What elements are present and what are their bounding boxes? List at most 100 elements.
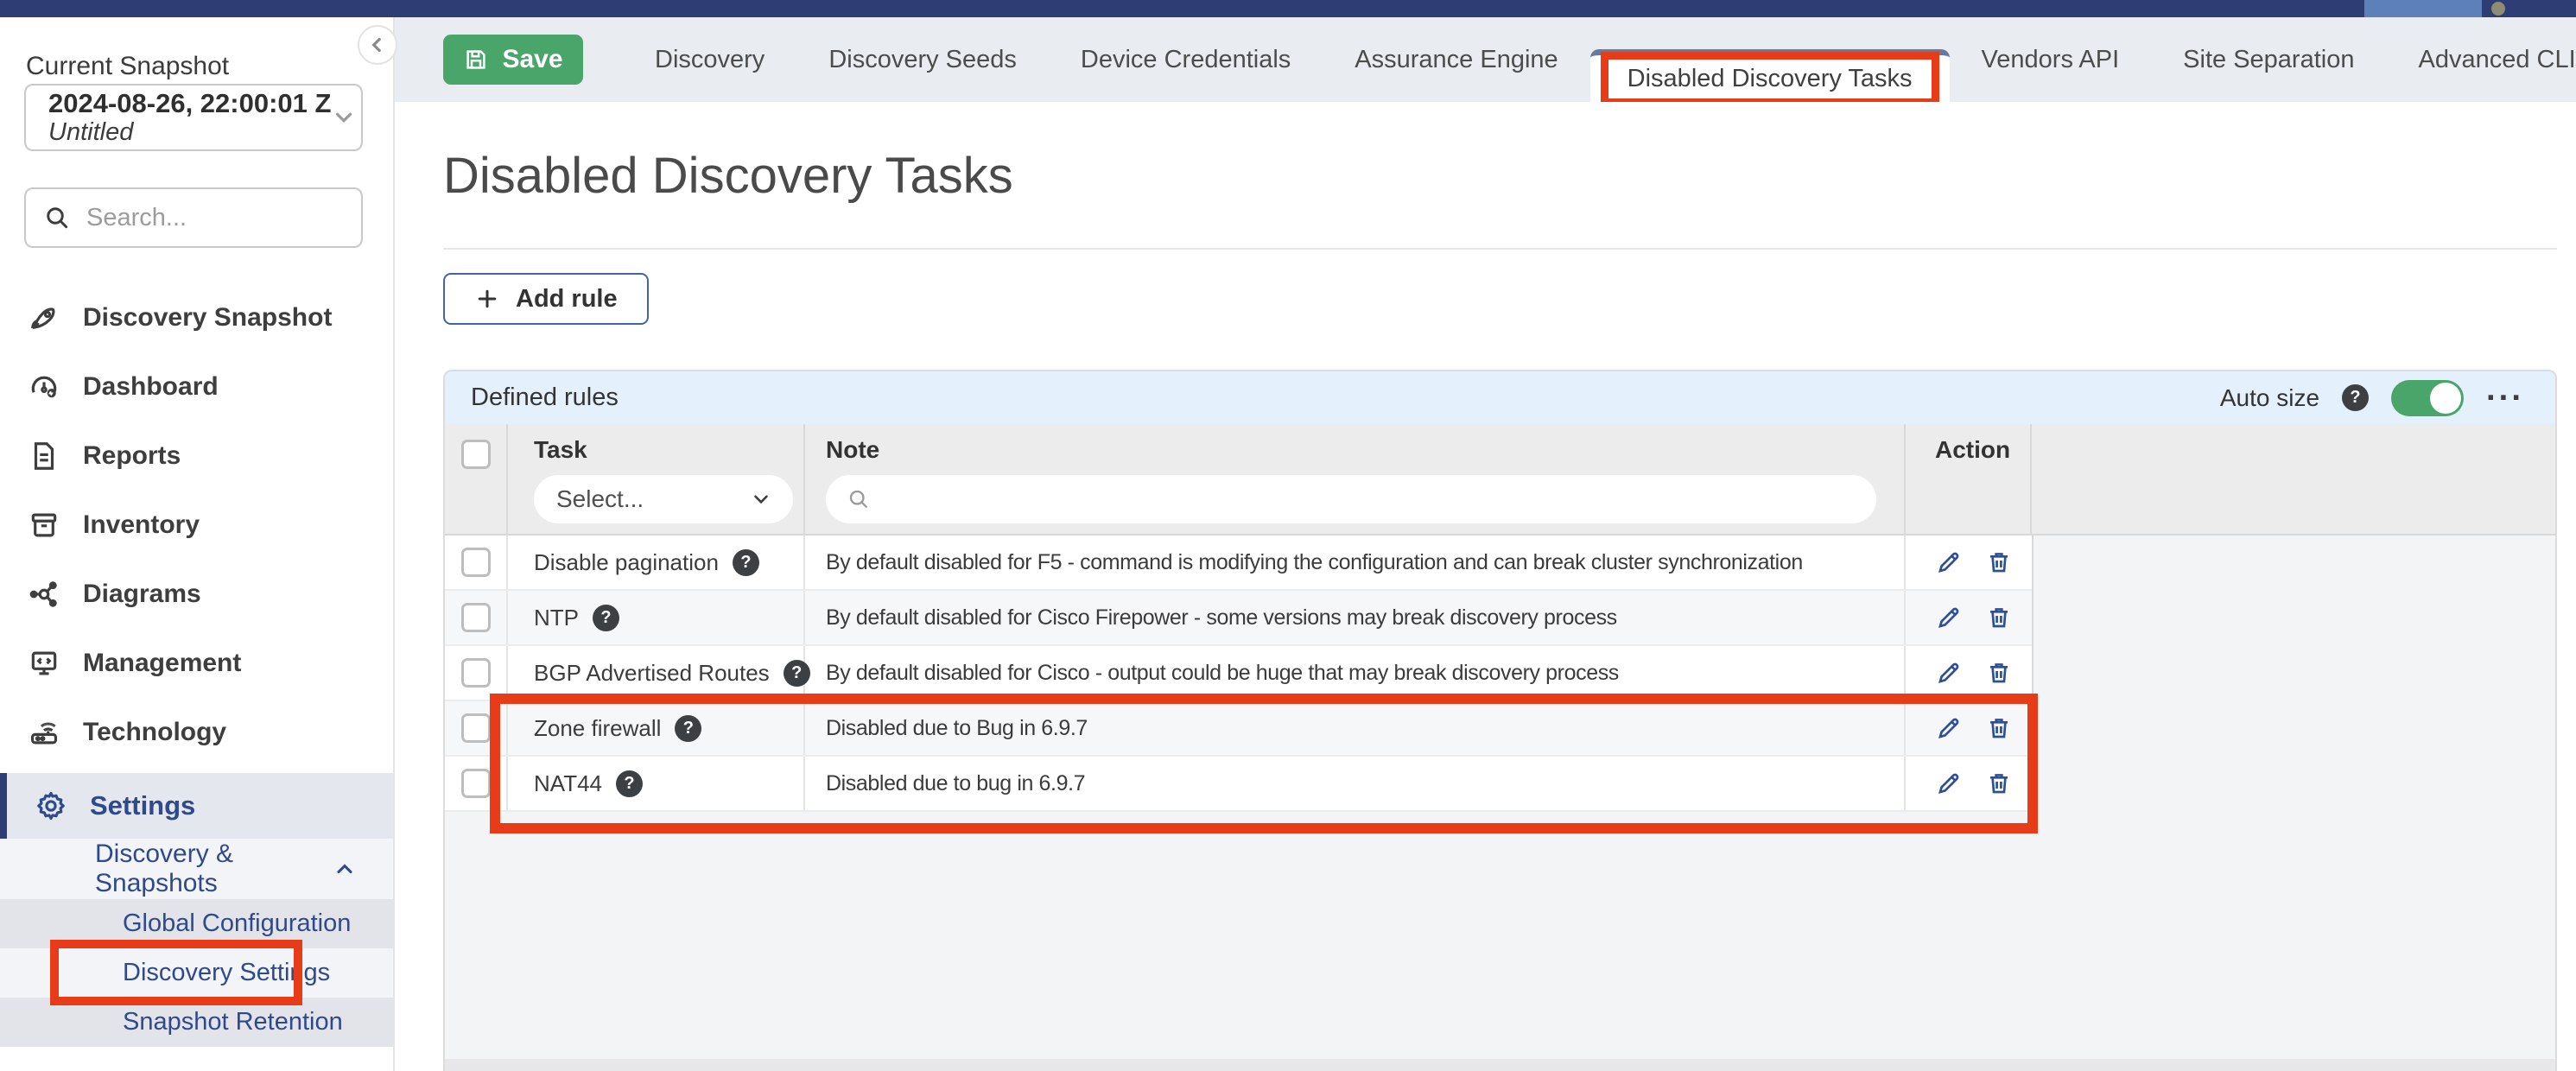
edit-icon[interactable] xyxy=(1935,604,1963,631)
edit-icon[interactable] xyxy=(1935,548,1963,576)
edit-icon[interactable] xyxy=(1935,770,1963,797)
search-icon xyxy=(847,487,871,511)
user-avatar[interactable] xyxy=(2491,2,2505,16)
help-icon[interactable]: ? xyxy=(675,715,701,742)
tab-list: Discovery Discovery Seeds Device Credent… xyxy=(623,17,2576,102)
panel-header: Defined rules Auto size ? ··· xyxy=(445,371,2555,424)
note-text: By default disabled for F5 - command is … xyxy=(826,550,1803,575)
column-header-note: Note xyxy=(826,436,1890,464)
delete-icon[interactable] xyxy=(1985,604,2013,631)
sidebar-item-discovery-snapshot[interactable]: Discovery Snapshot xyxy=(0,283,393,352)
snapshot-select[interactable]: 2024-08-26, 22:00:01 Z Untitled xyxy=(24,84,363,151)
sidebar-item-diagrams[interactable]: Diagrams xyxy=(0,560,393,629)
sidebar-search[interactable] xyxy=(24,187,363,248)
floppy-icon xyxy=(463,47,489,73)
defined-rules-panel: Defined rules Auto size ? ··· Task Selec… xyxy=(443,370,2557,1071)
main-area: Save Discovery Discovery Seeds Device Cr… xyxy=(393,17,2576,1071)
note-filter-input[interactable] xyxy=(883,485,1837,514)
snapshot-date: 2024-08-26, 22:00:01 Z xyxy=(48,88,331,119)
help-icon[interactable]: ? xyxy=(733,549,759,576)
edit-icon[interactable] xyxy=(1935,714,1963,742)
router-icon xyxy=(28,716,60,749)
save-button[interactable]: Save xyxy=(443,35,583,85)
help-icon[interactable]: ? xyxy=(593,605,619,631)
sidebar-item-label: Reports xyxy=(83,441,181,471)
row-checkbox[interactable] xyxy=(461,658,491,688)
task-name: NAT44 xyxy=(534,770,602,797)
row-checkbox[interactable] xyxy=(461,548,491,577)
auto-size-label: Auto size xyxy=(2220,384,2319,412)
note-text: By default disabled for Cisco Firepower … xyxy=(826,605,1617,631)
select-all-checkbox[interactable] xyxy=(461,440,491,469)
note-filter-search[interactable] xyxy=(826,475,1876,523)
row-checkbox[interactable] xyxy=(461,713,491,743)
delete-icon[interactable] xyxy=(1985,659,2013,687)
sidebar-item-reports[interactable]: Reports xyxy=(0,421,393,491)
current-snapshot-label: Current Snapshot xyxy=(26,52,229,81)
sidebar-item-settings[interactable]: Settings xyxy=(0,773,393,839)
tab-site-separation[interactable]: Site Separation xyxy=(2151,46,2386,74)
edit-icon[interactable] xyxy=(1935,659,1963,687)
more-options-icon[interactable]: ··· xyxy=(2486,390,2524,407)
sidebar-item-label: Discovery Settings xyxy=(123,959,330,987)
tab-vendors-api[interactable]: Vendors API xyxy=(1950,46,2152,74)
tab-discovery[interactable]: Discovery xyxy=(623,46,796,74)
sidebar-item-management[interactable]: Management xyxy=(0,629,393,698)
delete-icon[interactable] xyxy=(1985,770,2013,797)
horizontal-scrollbar[interactable] xyxy=(445,1059,2555,1071)
column-header-task: Task xyxy=(534,436,790,464)
sidebar-item-discovery-and-snapshots[interactable]: Discovery & Snapshots xyxy=(0,839,393,899)
sidebar-item-technology[interactable]: Technology xyxy=(0,698,393,767)
sidebar-item-snapshot-retention[interactable]: Snapshot Retention xyxy=(0,998,393,1047)
panel-controls: Auto size ? ··· xyxy=(2220,380,2524,416)
tab-discovery-seeds[interactable]: Discovery Seeds xyxy=(796,46,1049,74)
row-checkbox[interactable] xyxy=(461,769,491,798)
page-title: Disabled Discovery Tasks xyxy=(443,147,1013,205)
plus-icon xyxy=(474,286,500,312)
delete-icon[interactable] xyxy=(1985,714,2013,742)
auto-size-toggle[interactable] xyxy=(2391,380,2464,416)
search-icon xyxy=(43,204,71,231)
table-row: BGP Advertised Routes? By default disabl… xyxy=(445,646,2032,701)
task-filter-select[interactable]: Select... xyxy=(534,475,793,523)
delete-icon[interactable] xyxy=(1985,548,2013,576)
table-row: Disable pagination? By default disabled … xyxy=(445,536,2032,591)
sidebar: Current Snapshot 2024-08-26, 22:00:01 Z … xyxy=(0,17,395,1071)
table-rows: Disable pagination? By default disabled … xyxy=(445,536,2034,812)
archive-icon xyxy=(28,509,60,542)
tab-content: Disabled Discovery Tasks Add rule Define… xyxy=(393,102,2576,1071)
table-row: Zone firewall? Disabled due to Bug in 6.… xyxy=(445,701,2032,757)
tab-advanced-cli[interactable]: Advanced CLI xyxy=(2386,46,2576,74)
row-checkbox[interactable] xyxy=(461,603,491,632)
search-input[interactable] xyxy=(85,203,339,233)
top-navy-bar xyxy=(0,0,2576,17)
sidebar-item-dashboard[interactable]: Dashboard xyxy=(0,352,393,421)
annotation-rect-active-tab: Disabled Discovery Tasks xyxy=(1601,52,1939,106)
chevron-down-icon xyxy=(331,105,357,130)
sidebar-item-label: Technology xyxy=(83,718,226,747)
sidebar-item-label: Snapshot Retention xyxy=(123,1008,343,1036)
topbar-highlight-segment xyxy=(2364,0,2482,17)
task-name: Zone firewall xyxy=(534,715,661,742)
help-icon[interactable]: ? xyxy=(616,770,643,797)
sidebar-item-inventory[interactable]: Inventory xyxy=(0,491,393,560)
add-rule-button[interactable]: Add rule xyxy=(443,273,649,325)
rocket-icon xyxy=(28,301,60,334)
panel-body: Task Select... Note xyxy=(445,424,2555,1071)
sidebar-item-global-configuration[interactable]: Global Configuration xyxy=(0,899,393,948)
tab-disabled-discovery-tasks[interactable]: Disabled Discovery Tasks xyxy=(1590,49,1950,102)
sidebar-item-label: Diagrams xyxy=(83,580,201,609)
sidebar-item-discovery-settings[interactable]: Discovery Settings xyxy=(0,948,393,998)
chevron-up-icon xyxy=(333,857,357,881)
tab-device-credentials[interactable]: Device Credentials xyxy=(1049,46,1323,74)
tab-assurance-engine[interactable]: Assurance Engine xyxy=(1323,46,1589,74)
sidebar-item-label: Management xyxy=(83,649,241,678)
note-text: Disabled due to bug in 6.9.7 xyxy=(826,771,1085,796)
monitor-icon xyxy=(28,647,60,680)
help-icon[interactable]: ? xyxy=(2342,384,2369,411)
toggle-knob xyxy=(2430,383,2461,414)
sidebar-item-label: Global Configuration xyxy=(123,909,351,938)
panel-title: Defined rules xyxy=(471,383,619,412)
sidebar-collapse-button[interactable] xyxy=(358,25,397,65)
note-text: Disabled due to Bug in 6.9.7 xyxy=(826,716,1088,741)
